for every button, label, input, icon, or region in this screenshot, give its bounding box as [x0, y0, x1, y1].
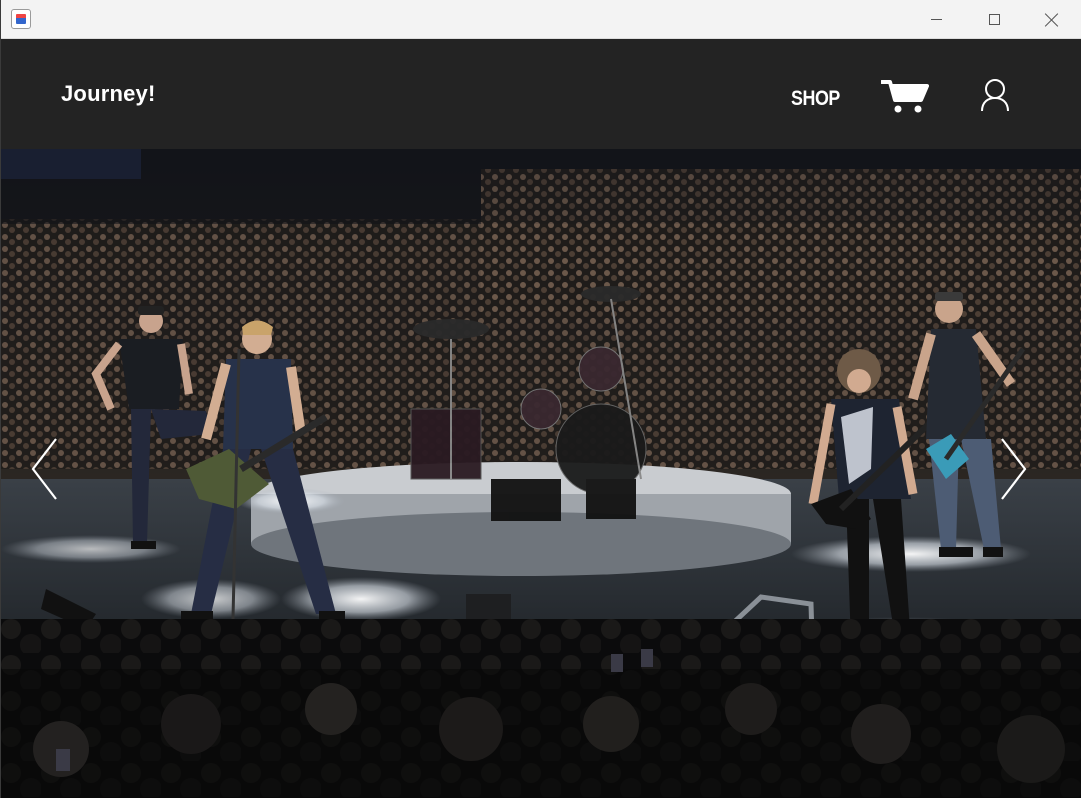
chevron-left-icon[interactable]: [29, 437, 59, 501]
close-button[interactable]: [1023, 0, 1081, 39]
title-bar: [1, 0, 1081, 39]
minimize-icon: [930, 19, 942, 20]
java-app-icon: [11, 9, 31, 29]
chevron-right-icon[interactable]: [999, 437, 1029, 501]
hero-carousel: [1, 149, 1081, 798]
app-header: Journey! SHOP: [1, 39, 1081, 149]
maximize-button[interactable]: [965, 0, 1023, 39]
maximize-icon: [988, 14, 1000, 25]
minimize-button[interactable]: [907, 0, 965, 39]
app-window: Journey! SHOP: [0, 0, 1081, 798]
close-icon: [1045, 13, 1059, 27]
cart-icon[interactable]: [881, 78, 929, 114]
brand-logo[interactable]: Journey!: [61, 81, 156, 107]
shop-link[interactable]: SHOP: [791, 87, 840, 111]
user-icon[interactable]: [979, 78, 1011, 112]
concert-band-on-stage-photo: [1, 149, 1081, 798]
